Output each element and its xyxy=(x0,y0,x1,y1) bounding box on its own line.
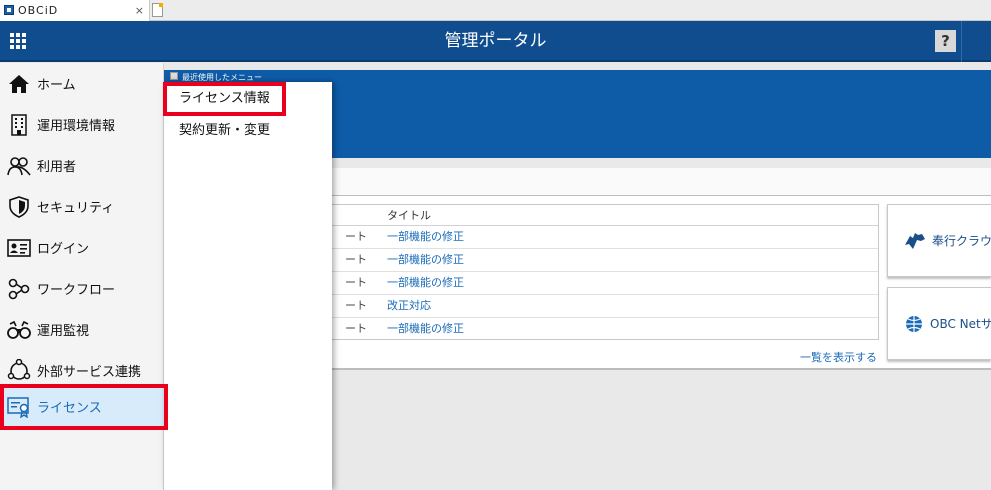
sidebar-item-label: セキュリティ xyxy=(37,201,115,216)
table-row[interactable]: ート 一部機能の修正 xyxy=(331,318,878,341)
header-divider xyxy=(961,21,962,62)
app-header: 管理ポータル ? xyxy=(0,21,991,62)
sidebar-item-label: ホーム xyxy=(37,78,76,93)
column-header-title: タイトル xyxy=(387,209,431,222)
network-icon xyxy=(7,358,31,383)
table-row[interactable]: ート 一部機能の修正 xyxy=(331,226,878,249)
news-type: ート xyxy=(345,230,367,243)
news-title-link[interactable]: 一部機能の修正 xyxy=(387,249,464,271)
news-type: ート xyxy=(345,276,367,289)
news-title-link[interactable]: 一部機能の修正 xyxy=(387,318,464,340)
table-row[interactable]: ート 改正対応 xyxy=(331,295,878,318)
sidebar-item-workflow[interactable]: ワークフロー xyxy=(0,268,164,309)
news-type: ート xyxy=(345,299,367,312)
sidebar-item-environment[interactable]: 運用環境情報 xyxy=(0,104,164,145)
obc-net-button[interactable]: OBC Netサ xyxy=(887,287,991,360)
news-table: タイトル ート 一部機能の修正 ート 一部機能の修正 ート 一部機能の修正 ート… xyxy=(330,204,879,340)
workflow-icon xyxy=(7,277,31,301)
sidebar-item-label: 外部サービス連携 xyxy=(37,365,142,380)
submenu-item-contract-renewal[interactable]: 契約更新・変更 xyxy=(164,114,332,148)
browser-tab[interactable]: OBCiD × xyxy=(0,0,150,21)
browser-tab-title: OBCiD xyxy=(18,4,59,17)
highlight-license-info xyxy=(163,82,286,116)
news-title-link[interactable]: 改正対応 xyxy=(387,295,431,317)
table-row[interactable]: ート 一部機能の修正 xyxy=(331,249,878,272)
page-title: 管理ポータル xyxy=(444,31,547,51)
help-icon[interactable]: ? xyxy=(935,30,956,52)
sidebar-item-label: 運用監視 xyxy=(37,324,90,339)
recent-menu-strip: 最近使用したメニュー xyxy=(170,72,330,82)
new-tab-icon[interactable] xyxy=(152,3,163,17)
news-title-link[interactable]: 一部機能の修正 xyxy=(387,226,464,248)
bugyo-cloud-label: 奉行クラウ xyxy=(932,234,991,248)
sidebar-item-security[interactable]: セキュリティ xyxy=(0,186,164,227)
shield-icon xyxy=(7,195,31,219)
sidebar-item-label: 利用者 xyxy=(37,160,77,175)
sidebar-item-monitoring[interactable]: 運用監視 xyxy=(0,309,164,350)
recent-menu-checkbox[interactable] xyxy=(170,72,178,80)
sidebar-item-home[interactable]: ホーム xyxy=(0,63,164,104)
obcid-favicon-icon xyxy=(4,5,14,15)
sidebar-item-users[interactable]: 利用者 xyxy=(0,145,164,186)
globe-icon xyxy=(904,314,924,334)
bugyo-cloud-icon xyxy=(904,232,926,250)
sidebar-item-label: ワークフロー xyxy=(37,283,116,298)
tab-close-icon[interactable]: × xyxy=(135,0,145,21)
users-icon xyxy=(7,154,31,178)
news-type: ート xyxy=(345,322,367,335)
license-submenu: ライセンス情報 契約更新・変更 xyxy=(164,82,332,490)
recent-menu-label: 最近使用したメニュー xyxy=(182,73,262,82)
browser-tab-strip: OBCiD × xyxy=(0,0,991,21)
obc-net-label: OBC Netサ xyxy=(930,317,991,331)
id-card-icon xyxy=(7,236,31,260)
bugyo-cloud-button[interactable]: 奉行クラウ xyxy=(887,204,991,277)
binoculars-icon xyxy=(7,318,31,342)
building-icon xyxy=(7,113,31,137)
home-icon xyxy=(7,72,31,96)
sidebar-item-label: 運用環境情報 xyxy=(37,119,116,134)
highlight-license-sidebar xyxy=(0,384,168,430)
table-row[interactable]: ート 一部機能の修正 xyxy=(331,272,878,295)
view-all-link[interactable]: 一覧を表示する xyxy=(800,349,877,365)
news-table-header: タイトル xyxy=(331,205,878,226)
news-title-link[interactable]: 一部機能の修正 xyxy=(387,272,464,294)
sidebar-item-login[interactable]: ログイン xyxy=(0,227,164,268)
sidebar-item-label: ログイン xyxy=(37,242,90,257)
news-type: ート xyxy=(345,253,367,266)
